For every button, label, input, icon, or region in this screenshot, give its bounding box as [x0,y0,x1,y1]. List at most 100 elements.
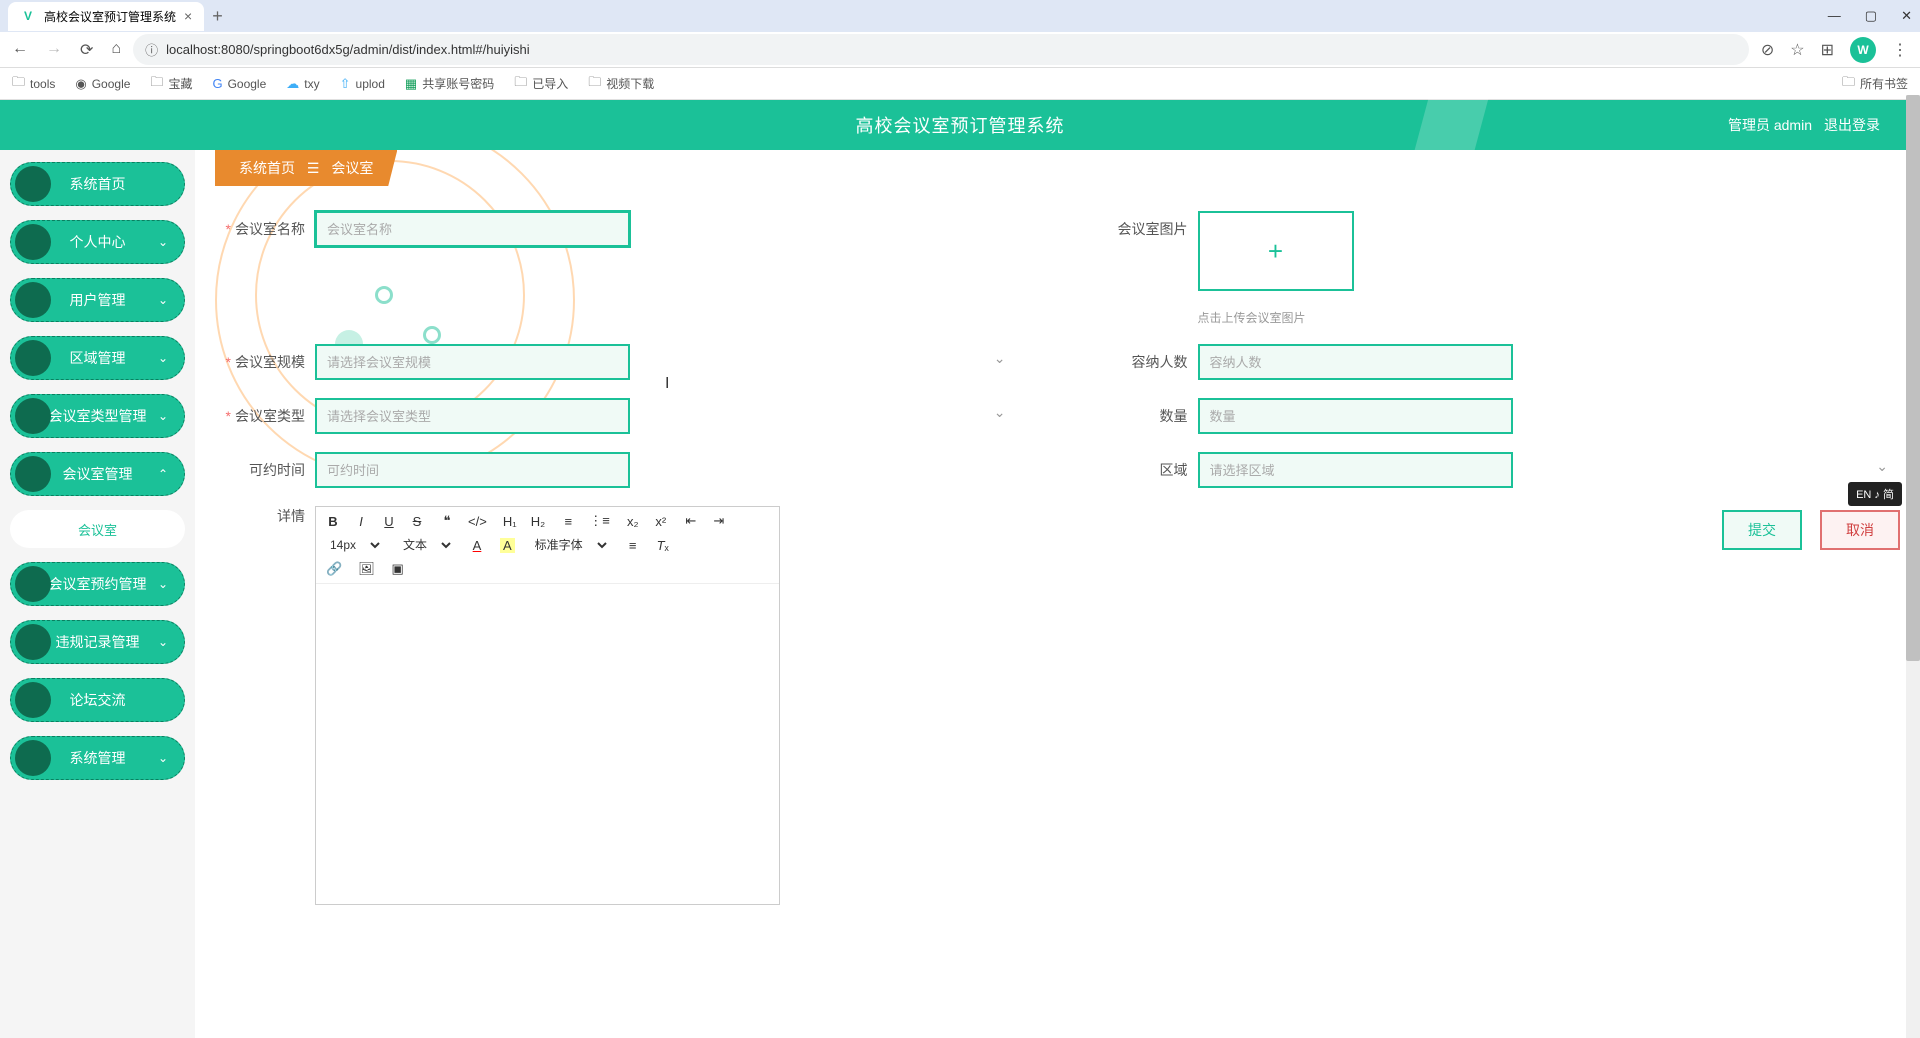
align-icon[interactable]: ≡ [626,538,640,553]
video-icon[interactable]: ▣ [391,561,405,577]
sidebar-item-home[interactable]: 系统首页 [10,162,185,206]
sidebar-item-room-mgmt[interactable]: 会议室管理⌃ [10,452,185,496]
editor-toolbar: B I U S ❝ </> H₁ H₂ [316,507,779,584]
h1-icon[interactable]: H₁ [503,514,517,529]
bookmark-tools[interactable]: 🗀tools [12,73,55,95]
quantity-input[interactable] [1198,398,1513,434]
browser-toolbar: ← → ⟳ ⌂ ⓘ localhost:8080/springboot6dx5g… [0,32,1920,68]
avatar[interactable]: W [1850,37,1876,63]
bookmark-video[interactable]: 🗀视频下载 [588,73,654,95]
scrollbar-thumb[interactable] [1906,95,1920,661]
window-controls: — ▢ ✕ [1828,8,1912,24]
link-icon[interactable]: 🔗 [326,561,342,577]
url-bar[interactable]: ⓘ localhost:8080/springboot6dx5g/admin/d… [133,34,1749,65]
underline-icon[interactable]: U [382,514,396,529]
bookmark-google[interactable]: ◉Google [75,76,130,92]
breadcrumb: 系统首页 ☰ 会议室 [215,150,397,186]
indent-left-icon[interactable]: ⇤ [684,513,698,529]
sidebar-item-forum[interactable]: 论坛交流 [10,678,185,722]
translate-icon[interactable]: ⊘ [1761,40,1774,60]
bold-icon[interactable]: B [326,514,340,529]
close-window-icon[interactable]: ✕ [1901,8,1912,24]
text-style-select[interactable]: 文本 [399,537,454,553]
star-icon[interactable]: ☆ [1790,40,1804,60]
bookmark-google2[interactable]: GGoogle [212,76,266,91]
rich-editor: B I U S ❝ </> H₁ H₂ [315,506,780,905]
label-capacity: 容纳人数 [1098,344,1188,372]
breadcrumb-home[interactable]: 系统首页 [239,160,295,176]
font-color-icon[interactable]: A [470,538,484,553]
browser-tab[interactable]: V 高校会议室预订管理系统 × [8,2,204,31]
strikethrough-icon[interactable]: S [410,514,424,529]
reload-icon[interactable]: ⟳ [80,40,93,60]
cancel-button[interactable]: 取消 [1820,510,1900,550]
chevron-down-icon: ⌄ [158,293,168,307]
unordered-list-icon[interactable]: ⋮≡ [589,513,610,529]
chevron-down-icon: ⌄ [158,409,168,423]
bookmark-imported[interactable]: 🗀已导入 [514,73,568,95]
bg-color-icon[interactable]: A [500,538,515,553]
sidebar-item-booking[interactable]: 会议室预约管理⌄ [10,562,185,606]
label-detail: 详情 [215,506,305,526]
bookmark-treasure[interactable]: 🗀宝藏 [150,73,192,95]
upload-icon: ⇧ [340,76,351,92]
sidebar-item-violation[interactable]: 违规记录管理⌄ [10,620,185,664]
maximize-icon[interactable]: ▢ [1865,8,1877,24]
font-size-select[interactable]: 14px [326,537,383,553]
extensions-icon[interactable]: ⊞ [1821,40,1834,60]
code-icon[interactable]: </> [468,514,487,529]
label-room-image: 会议室图片 [1098,211,1188,239]
room-type-select[interactable] [315,398,630,434]
image-upload[interactable]: + [1198,211,1354,291]
chevron-down-icon: ⌄ [158,235,168,249]
folder-icon: 🗀 [588,73,601,95]
region-select[interactable] [1198,452,1513,488]
indent-right-icon[interactable]: ⇥ [712,513,726,529]
sidebar-item-profile[interactable]: 个人中心⌄ [10,220,185,264]
logout-link[interactable]: 退出登录 [1824,115,1880,135]
new-tab-button[interactable]: + [212,6,223,27]
folder-icon: 🗀 [150,73,163,95]
plus-icon: + [1268,236,1283,267]
back-icon[interactable]: ← [12,40,28,60]
breadcrumb-current: 会议室 [331,160,373,176]
sidebar-item-users[interactable]: 用户管理⌄ [10,278,185,322]
bookmarks-bar: 🗀tools ◉Google 🗀宝藏 GGoogle ☁txy ⇧uplod ▦… [0,68,1920,100]
room-name-input[interactable] [315,211,630,247]
font-family-select[interactable]: 标准字体 [531,537,610,553]
forward-icon[interactable]: → [46,40,62,60]
superscript-icon[interactable]: x² [654,514,668,529]
room-scale-select[interactable] [315,344,630,380]
editor-body[interactable] [316,584,779,904]
content-area: 系统首页 ☰ 会议室 *会议室名称 会议室图片 + 点击上传会议室图片 *会议室… [195,150,1920,1038]
bookmark-txy[interactable]: ☁txy [286,76,319,92]
submit-button[interactable]: 提交 [1722,510,1802,550]
close-icon[interactable]: × [184,8,192,24]
label-room-scale: *会议室规模 [215,344,305,372]
capacity-input[interactable] [1198,344,1513,380]
h2-icon[interactable]: H₂ [531,514,545,529]
italic-icon[interactable]: I [354,514,368,529]
minimize-icon[interactable]: — [1828,8,1841,24]
sidebar-subitem-room[interactable]: 会议室 [10,510,185,548]
home-icon[interactable]: ⌂ [111,40,121,60]
all-bookmarks[interactable]: 🗀所有书签 [1842,73,1908,95]
sidebar-item-room-type[interactable]: 会议室类型管理⌄ [10,394,185,438]
bookmark-uplod[interactable]: ⇧uplod [340,76,385,92]
bookmark-share[interactable]: ▦共享账号密码 [405,75,494,92]
sidebar: 系统首页 个人中心⌄ 用户管理⌄ 区域管理⌄ 会议室类型管理⌄ 会议室管理⌃ 会… [0,150,195,1038]
folder-icon: 🗀 [12,73,25,95]
admin-label[interactable]: 管理员 admin [1728,115,1812,135]
sidebar-item-system[interactable]: 系统管理⌄ [10,736,185,780]
vue-icon: V [20,8,36,24]
clear-format-icon[interactable]: Tₓ [656,538,670,553]
google-icon: G [212,76,222,91]
quote-icon[interactable]: ❝ [440,513,454,529]
image-icon[interactable]: 🖼 [358,561,375,577]
ordered-list-icon[interactable]: ≡ [561,514,575,529]
sidebar-item-region[interactable]: 区域管理⌄ [10,336,185,380]
scrollbar[interactable] [1906,95,1920,1038]
menu-icon[interactable]: ⋮ [1892,40,1908,60]
available-time-input[interactable] [315,452,630,488]
subscript-icon[interactable]: x₂ [626,514,640,529]
